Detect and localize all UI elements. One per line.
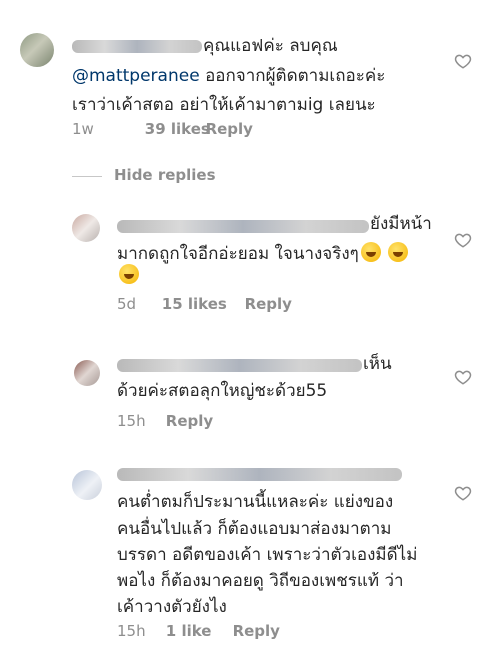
rolling-laughing-emoji <box>360 242 381 262</box>
comment-meta: 5d 15 likes Reply <box>117 295 292 313</box>
likes-count[interactable]: 1 like <box>166 622 228 640</box>
heart-outline-icon[interactable] <box>454 484 472 502</box>
comment-line: มากดถูกใจอีกอ่ะยอม ใจนางจริงๆ <box>117 242 409 266</box>
comment-line: คุณแอฟค่ะ ลบคุณ <box>203 36 338 56</box>
comment-line: ด้วยค่ะสตอลุกใหญ่ชะด้วย55 <box>117 381 328 401</box>
mention-link[interactable]: @mattperanee <box>72 66 200 86</box>
avatar[interactable] <box>20 33 54 67</box>
heart-outline-icon[interactable] <box>454 368 472 386</box>
comment-meta: 15h 1 like Reply <box>117 622 280 640</box>
hide-replies-button[interactable]: Hide replies <box>114 166 216 184</box>
comment-line: @mattperanee ออกจากผู้ติดตามเถอะค่ะ <box>72 66 386 86</box>
reply-button[interactable]: Reply <box>166 412 213 430</box>
likes-count[interactable]: 15 likes <box>162 295 240 313</box>
comment-line: คนอื่นไปแล้ว ก็ต้องแอบมาส่องมาตาม <box>117 519 392 539</box>
timestamp: 15h <box>117 412 146 430</box>
reply-button[interactable]: Reply <box>206 120 253 138</box>
comment-line: บรรดา อดีตของเค้า เพราะว่าตัวเองมีดีไม่ <box>117 545 418 565</box>
comment-line: พอไง ก็ต้องมาคอยดู วิถีของเพชรแท้ ว่า <box>117 571 404 591</box>
likes-count[interactable]: 39 likes <box>145 120 210 138</box>
timestamp: 15h <box>117 622 146 640</box>
timestamp: 5d <box>117 295 137 313</box>
heart-outline-icon[interactable] <box>454 52 472 70</box>
reply-button[interactable]: Reply <box>245 295 292 313</box>
comment-line: ยังมีหน้า <box>370 214 432 234</box>
rolling-laughing-emoji <box>388 242 409 262</box>
comment-meta: 1w 39 likes Reply <box>72 120 253 138</box>
comment-line: คนต่ำตมก็ประมานนี้แหละค่ะ แย่งของ <box>117 492 394 512</box>
username-blurred[interactable] <box>117 468 402 481</box>
reply-button[interactable]: Reply <box>233 622 280 640</box>
avatar[interactable] <box>72 470 102 500</box>
rolling-laughing-emoji <box>119 264 139 284</box>
avatar[interactable] <box>72 214 100 242</box>
username-blurred[interactable] <box>117 359 362 372</box>
comment-line <box>117 264 139 288</box>
comment-line: เค้าวางตัวยังไง <box>117 597 227 617</box>
comment-line: เราว่าเค้าสตอ อย่าให้เค้ามาตามig เลยนะ <box>72 95 376 115</box>
heart-outline-icon[interactable] <box>454 231 472 249</box>
comment-line: เห็น <box>363 354 392 374</box>
avatar[interactable] <box>74 360 100 386</box>
username-blurred[interactable] <box>117 220 369 233</box>
username-blurred[interactable] <box>72 40 202 53</box>
replies-divider <box>72 176 102 177</box>
timestamp: 1w <box>72 120 94 138</box>
comment-meta: 15h Reply <box>117 412 213 430</box>
